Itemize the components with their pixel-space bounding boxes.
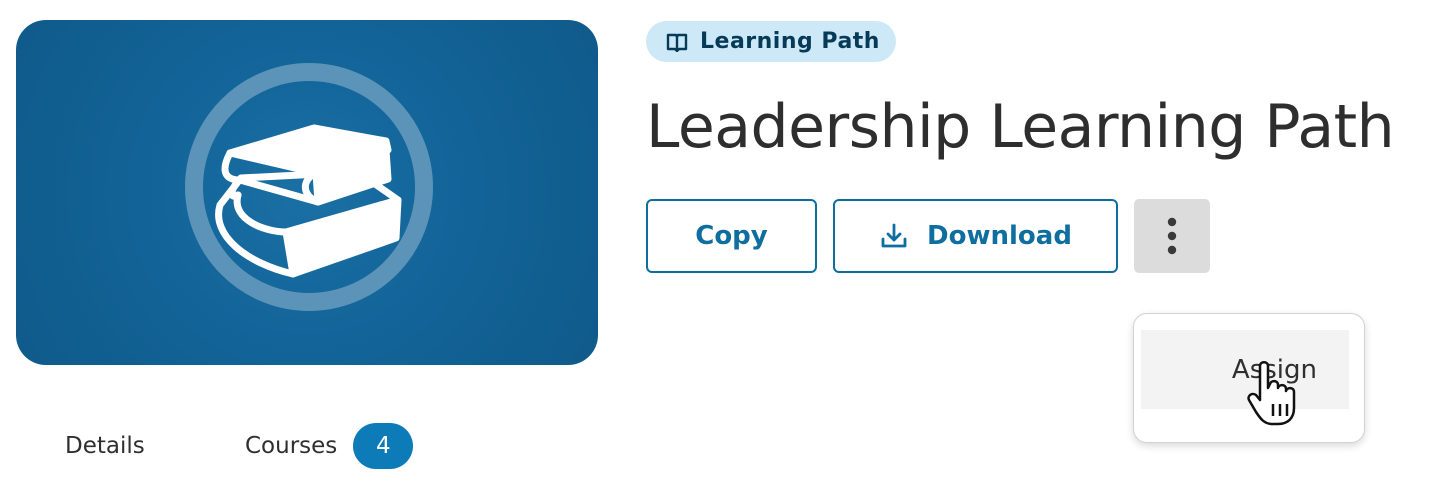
more-options-button[interactable] <box>1134 199 1210 273</box>
download-icon <box>881 223 907 248</box>
pointer-hand-cursor <box>1247 361 1296 426</box>
courses-count-badge: 4 <box>353 423 414 469</box>
book-open-icon <box>666 33 688 52</box>
tab-details-label: Details <box>65 433 145 459</box>
tab-courses[interactable]: Courses 4 <box>245 423 414 469</box>
page-title: Leadership Learning Path <box>646 92 1395 162</box>
tab-details[interactable]: Details <box>65 428 145 464</box>
books-stack-icon <box>185 63 433 311</box>
copy-button[interactable]: Copy <box>646 199 817 273</box>
type-badge-label: Learning Path <box>700 29 880 54</box>
type-badge: Learning Path <box>646 21 896 62</box>
vertical-ellipsis-icon <box>1167 217 1177 255</box>
copy-button-label: Copy <box>695 221 768 251</box>
tab-courses-label: Courses <box>245 433 338 459</box>
hero-image <box>16 20 598 365</box>
download-button[interactable]: Download <box>833 199 1118 273</box>
download-button-label: Download <box>927 221 1072 251</box>
learning-path-header: Learning Path Leadership Learning Path C… <box>0 0 1432 484</box>
menu-item-assign[interactable]: Assign <box>1141 330 1349 409</box>
